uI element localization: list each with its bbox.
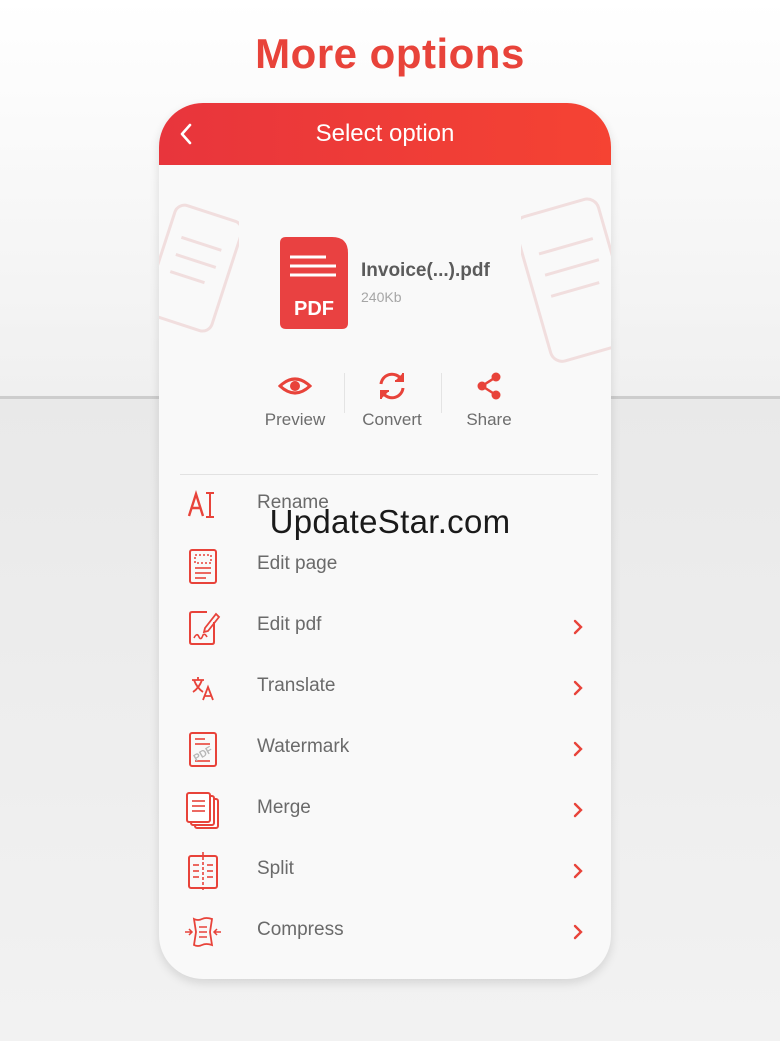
menu-item-label: Watermark	[257, 736, 350, 757]
translate-icon	[192, 677, 214, 701]
share-label: Share	[466, 410, 512, 429]
chevron-right-icon	[573, 741, 583, 757]
menu-item-label: Edit page	[257, 553, 338, 574]
promo-headline: More options	[255, 30, 525, 77]
pdf-file-icon: PDF	[280, 237, 348, 329]
chevron-right-icon	[573, 680, 583, 696]
file-name: Invoice(...).pdf	[361, 260, 490, 281]
menu-item-translate[interactable]: Translate	[159, 657, 611, 718]
decorative-document-icon	[159, 203, 239, 333]
chevron-right-icon	[573, 924, 583, 940]
eye-icon	[278, 377, 312, 395]
share-button[interactable]: Share	[441, 371, 537, 441]
menu-item-compress[interactable]: Compress	[159, 901, 611, 962]
menu-item-merge[interactable]: Merge	[159, 779, 611, 840]
menu-item-label: Merge	[257, 797, 311, 818]
chevron-right-icon	[573, 802, 583, 818]
preview-button[interactable]: Preview	[247, 371, 343, 441]
chevron-right-icon	[573, 863, 583, 879]
watermark-icon: PDF	[189, 732, 217, 767]
app-bar: Select option	[159, 103, 611, 165]
convert-button[interactable]: Convert	[344, 371, 440, 441]
menu-item-label: Edit pdf	[257, 614, 322, 635]
pdf-badge-text: PDF	[294, 298, 334, 320]
share-icon	[477, 372, 501, 400]
decorative-document-icon	[521, 197, 611, 363]
watermark-text: UpdateStar.com	[269, 503, 511, 540]
convert-label: Convert	[362, 410, 422, 429]
app-bar-title: Select option	[315, 120, 455, 147]
menu-item-label: Compress	[257, 919, 344, 940]
menu-item-label: Split	[257, 858, 294, 879]
menu-item-edit-page[interactable]: Edit page	[159, 535, 611, 596]
chevron-right-icon	[573, 619, 583, 635]
split-icon	[188, 852, 218, 890]
edit-pdf-signature-icon	[189, 611, 221, 645]
file-size: 240Kb	[361, 289, 402, 305]
compress-icon	[185, 917, 221, 947]
phone-screen: Select option PDF Invoice(...).pdf 240Kb	[159, 103, 611, 979]
preview-label: Preview	[264, 410, 326, 429]
merge-icon	[186, 792, 219, 829]
menu-item-watermark[interactable]: PDF Watermark	[159, 718, 611, 779]
refresh-icon	[379, 372, 405, 400]
edit-page-icon	[189, 549, 217, 584]
menu-item-edit-pdf[interactable]: Edit pdf	[159, 596, 611, 657]
menu-item-split[interactable]: Split	[159, 840, 611, 901]
menu-item-label: Translate	[257, 675, 336, 696]
